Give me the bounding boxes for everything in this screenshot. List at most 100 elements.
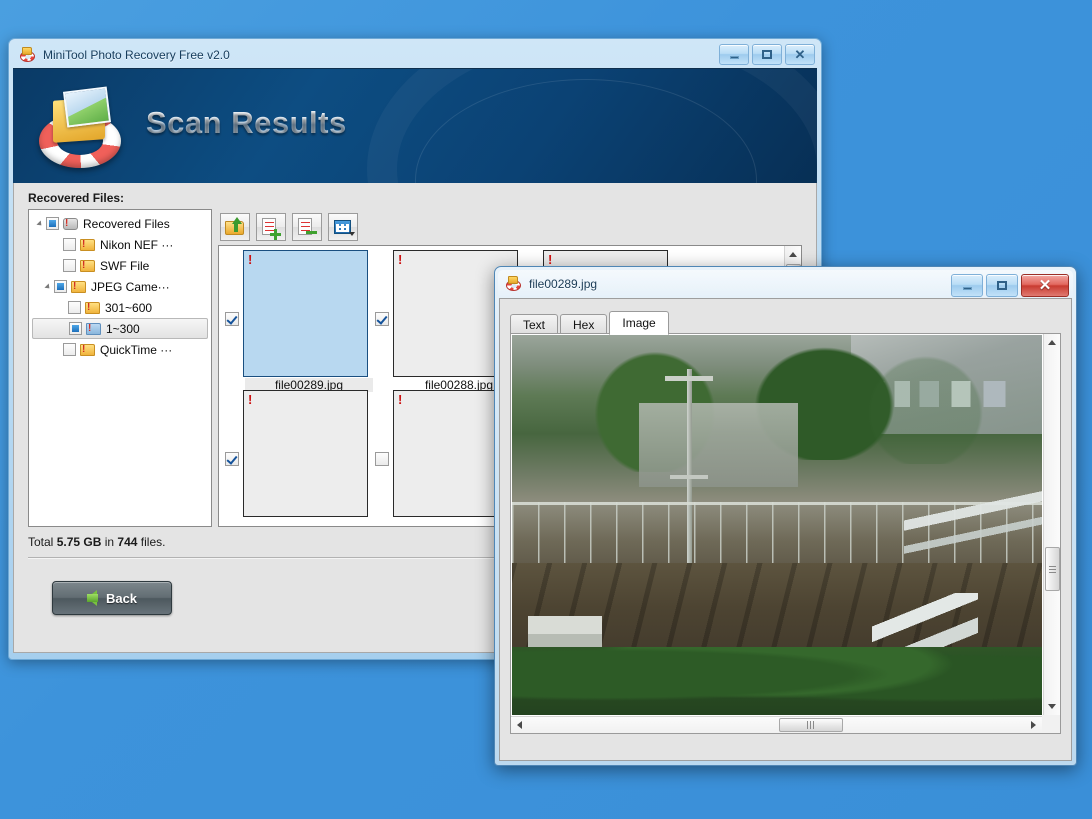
preview-window-titlebar[interactable]: file00289.jpg ✕ [498,270,1073,298]
tree-checkbox[interactable] [68,301,81,314]
header-banner: Scan Results [13,68,817,183]
scrollbar-corner [1042,715,1060,733]
status-count: 744 [117,535,138,549]
preview-image [512,335,1042,715]
tab-hex[interactable]: Hex [560,314,608,334]
tree-item-nikon-nef[interactable]: ! Nikon NEF ··· [29,234,211,255]
folder-warning-icon: ! [80,343,95,356]
tree-item-label: 1~300 [106,321,140,336]
close-button[interactable]: ✕ [785,44,815,65]
scrollbar-thumb[interactable] [779,718,843,732]
select-all-button[interactable] [256,213,286,241]
document-minus-icon [297,217,317,237]
preview-content: Text Hex Image [499,298,1072,761]
thumbnail-checkbox[interactable] [375,452,389,466]
tree-item-1-300[interactable]: ! 1~300 [32,318,208,339]
tree-item-quicktime[interactable]: ! QuickTime ··· [29,339,211,360]
scroll-left-button[interactable] [511,717,528,733]
tab-image[interactable]: Image [609,311,669,335]
folder-warning-icon: ! [71,280,86,293]
tab-label: Text [523,317,546,332]
thumbnail-frame[interactable]: ! [243,250,368,377]
grip-icon [807,721,815,729]
tree-item-label: Nikon NEF ··· [100,237,174,252]
tree-item-label: SWF File [100,258,150,273]
warning-icon: ! [248,392,253,407]
tree-item-recovered-files[interactable]: ! Recovered Files [29,213,211,234]
tree-checkbox[interactable] [63,259,76,272]
back-button-label: Back [105,590,138,606]
recovered-files-label: Recovered Files: [28,191,125,205]
tree-item-301-600[interactable]: ! 301~600 [29,297,211,318]
folder-warning-icon: ! [80,259,95,272]
preview-tabs: Text Hex Image [510,311,1061,335]
thumbnail-checkbox[interactable] [225,312,239,326]
preview-horizontal-scrollbar[interactable] [511,716,1042,733]
tree-item-label: JPEG Came··· [91,279,170,294]
tree-checkbox[interactable] [69,322,82,335]
warning-icon: ! [398,252,403,267]
scroll-right-button[interactable] [1025,717,1042,733]
tree-item-label: 301~600 [105,300,153,315]
tree-item-swf-file[interactable]: ! SWF File [29,255,211,276]
tree-item-jpeg-camera[interactable]: ! JPEG Came··· [29,276,211,297]
preview-window-title: file00289.jpg [529,277,598,291]
status-total: Total 5.75 GB in 744 files. [28,535,165,549]
status-prefix: Total [28,535,57,549]
camera-icon: ! [63,217,78,230]
scroll-up-button[interactable] [1044,334,1060,351]
maximize-button[interactable] [752,44,782,65]
tree-checkbox[interactable] [46,217,59,230]
folder-green-arrow-icon [225,217,245,237]
preview-vertical-scrollbar[interactable] [1043,334,1060,715]
warning-icon: ! [398,392,403,407]
status-size: 5.75 GB [56,535,102,549]
folder-warning-icon: ! [80,238,95,251]
maximize-button[interactable] [986,274,1018,297]
preview-window: file00289.jpg ✕ Text Hex Image [494,266,1077,766]
thumbnail-item[interactable]: ! [225,390,375,526]
photo-scene [512,335,1042,715]
scroll-up-button[interactable] [785,246,801,263]
tree-checkbox[interactable] [63,343,76,356]
minimize-button[interactable] [951,274,983,297]
tree-item-label: QuickTime ··· [100,342,173,357]
lifebuoy-icon [20,47,36,63]
folder-blue-warning-icon: ! [86,322,101,335]
thumbnail-checkbox[interactable] [375,312,389,326]
view-mode-button[interactable] [328,213,358,241]
image-preview-pane[interactable] [510,333,1061,734]
file-tree[interactable]: ! Recovered Files ! Nikon NEF ··· ! SWF … [28,209,212,527]
main-window-title: MiniTool Photo Recovery Free v2.0 [43,48,230,62]
tab-label: Hex [573,317,595,332]
tree-item-label: Recovered Files [83,216,170,231]
main-window-controls: ✕ [719,44,815,65]
main-window-titlebar[interactable]: MiniTool Photo Recovery Free v2.0 ✕ [12,42,818,68]
expand-twisty-icon[interactable] [41,282,54,291]
scroll-down-button[interactable] [1044,698,1060,715]
tab-label: Image [622,316,656,330]
expand-twisty-icon[interactable] [33,219,46,228]
warning-icon: ! [548,252,553,267]
close-button[interactable]: ✕ [1021,274,1069,297]
grip-icon [1049,565,1056,573]
tree-checkbox[interactable] [54,280,67,293]
document-plus-icon [261,217,281,240]
folder-warning-icon: ! [85,301,100,314]
minimize-button[interactable] [719,44,749,65]
chevron-down-icon[interactable] [349,232,355,236]
thumbnail-frame[interactable]: ! [243,390,368,517]
deselect-all-button[interactable] [292,213,322,241]
left-arrow-icon [86,590,98,606]
status-suffix: files. [137,535,166,549]
page-title: Scan Results [146,105,347,140]
scrollbar-thumb[interactable] [1045,547,1060,591]
thumbnail-checkbox[interactable] [225,452,239,466]
tab-text[interactable]: Text [510,314,559,334]
recover-folder-button[interactable] [220,213,250,241]
back-button[interactable]: Back [52,581,172,615]
lifebuoy-icon [506,276,522,292]
warning-icon: ! [248,252,253,267]
tree-checkbox[interactable] [63,238,76,251]
thumbnail-item[interactable]: ! file00289.jpg [225,250,375,392]
